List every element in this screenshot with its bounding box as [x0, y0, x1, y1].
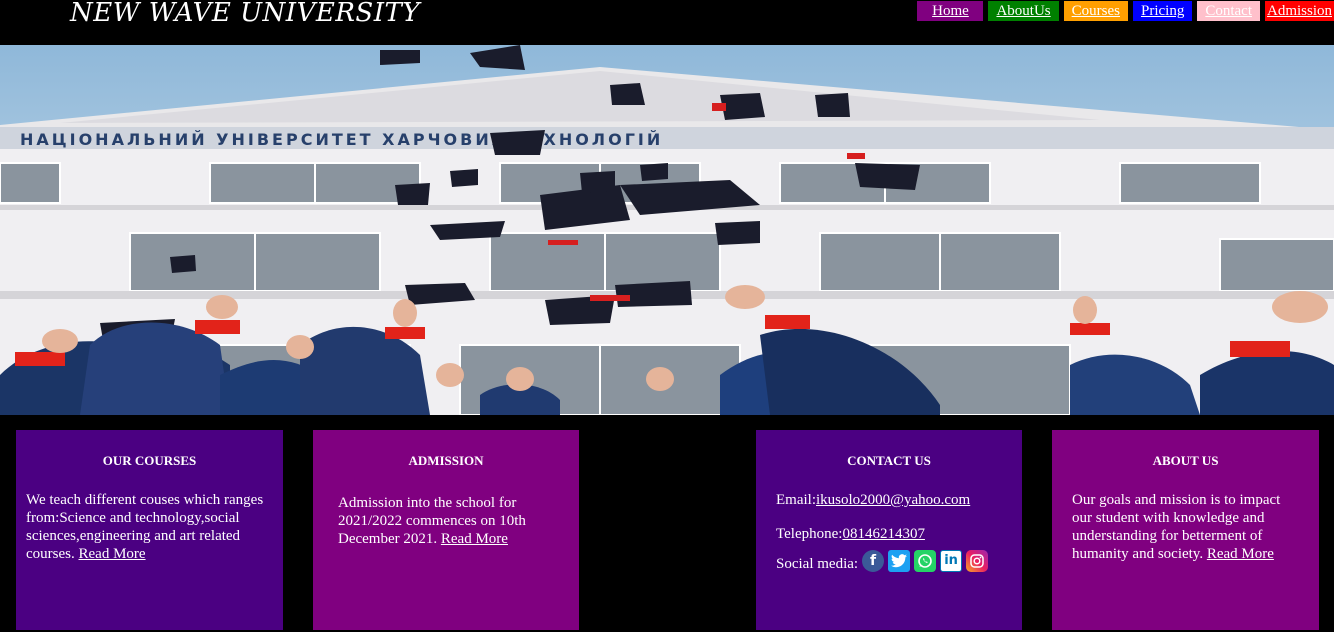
instagram-icon[interactable] [966, 550, 989, 572]
nav-courses-link[interactable]: Courses [1063, 1, 1128, 21]
main-nav: Home AboutUs Courses Pricing Contact Adm… [912, 1, 1334, 21]
twitter-icon[interactable] [888, 550, 911, 572]
social-media-label: Social media: [776, 556, 859, 572]
nav-admission-link[interactable]: Admission [1264, 1, 1334, 21]
social-media-row: Social media: f in [776, 549, 1012, 573]
about-card-body: Our goals and mission is to impact our s… [1072, 491, 1299, 563]
site-logo-title: NEW WAVE UNIVERSITY [70, 0, 421, 28]
email-label: Email: [776, 492, 816, 508]
svg-text:НАЦІОНАЛЬНИЙ УНІВЕРСИТЕТ ХАРЧО: НАЦІОНАЛЬНИЙ УНІВЕРСИТЕТ ХАРЧОВИХ ТЕХНОЛ… [20, 130, 663, 149]
courses-card: OUR COURSES We teach different couses wh… [16, 430, 283, 630]
about-card-title: ABOUT US [1152, 453, 1219, 468]
site-header: NEW WAVE UNIVERSITY Home AboutUs Courses… [0, 0, 1334, 45]
admission-card-title: ADMISSION [408, 453, 484, 468]
admission-read-more-link[interactable]: Read More [441, 531, 508, 547]
about-card: ABOUT US Our goals and mission is to imp… [1052, 430, 1319, 630]
nav-home-link[interactable]: Home [917, 1, 984, 21]
contact-card-title: CONTACT US [847, 453, 931, 468]
admission-card: ADMISSION Admission into the school for … [313, 430, 579, 630]
courses-read-more-link[interactable]: Read More [79, 546, 146, 562]
whatsapp-icon[interactable] [914, 550, 937, 572]
contact-card-body: Email:ikusolo2000@yahoo.com Telephone:08… [776, 491, 1012, 573]
courses-card-title: OUR COURSES [102, 453, 197, 468]
admission-card-body: Admission into the school for 2021/2022 … [338, 494, 549, 548]
courses-card-body: We teach different couses which ranges f… [26, 491, 269, 563]
phone-link[interactable]: 08146214307 [842, 526, 925, 542]
email-link[interactable]: ikusolo2000@yahoo.com [816, 492, 970, 508]
linkedin-icon[interactable]: in [940, 550, 963, 572]
hero-graduation-image: НАЦІОНАЛЬНИЙ УНІВЕРСИТЕТ ХАРЧОВИХ ТЕХНОЛ… [0, 45, 1334, 415]
phone-label: Telephone: [776, 526, 843, 542]
nav-about-link[interactable]: AboutUs [988, 1, 1059, 21]
nav-pricing-link[interactable]: Pricing [1132, 1, 1193, 21]
contact-card: CONTACT US Email:ikusolo2000@yahoo.com T… [756, 430, 1022, 630]
nav-contact-link[interactable]: Contact [1197, 1, 1260, 21]
email-row: Email:ikusolo2000@yahoo.com [776, 491, 1012, 509]
phone-row: Telephone:08146214307 [776, 525, 1012, 543]
facebook-icon[interactable]: f [862, 550, 885, 572]
about-read-more-link[interactable]: Read More [1207, 546, 1274, 562]
